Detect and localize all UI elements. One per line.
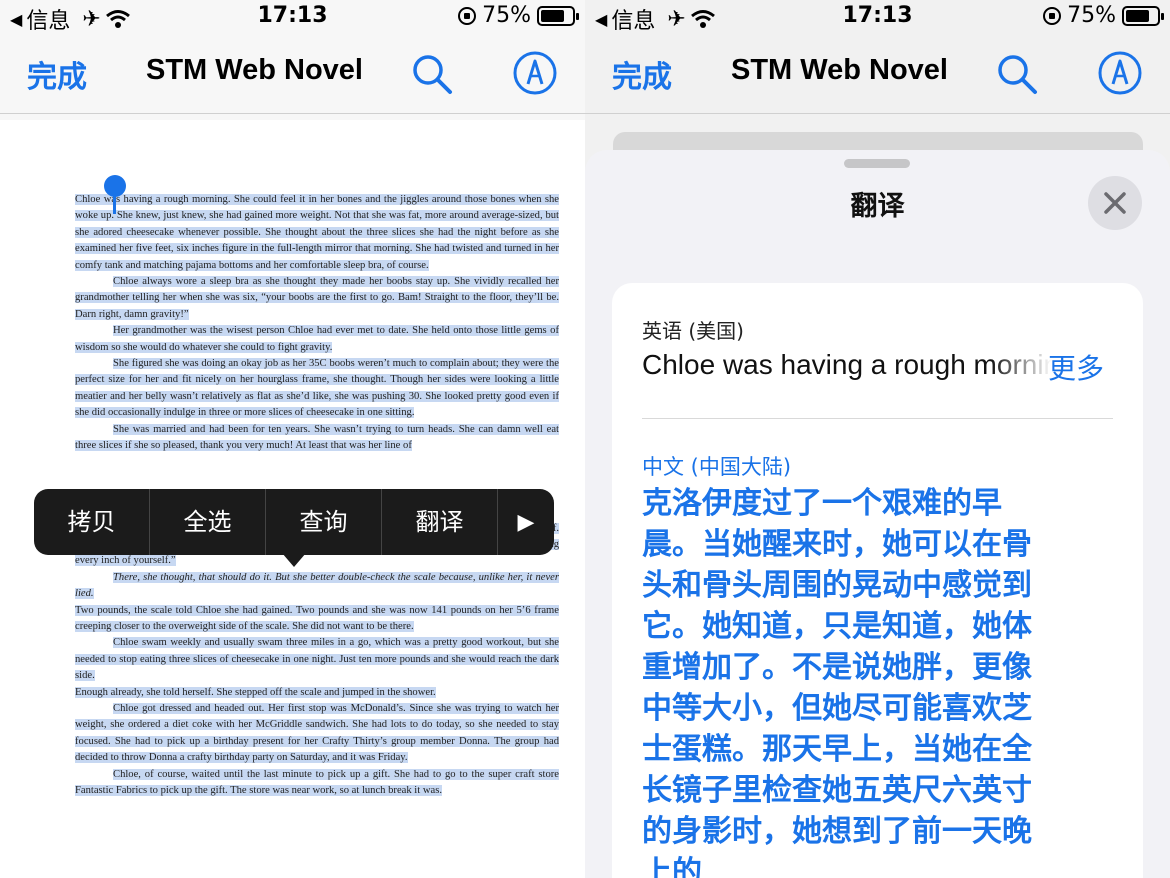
search-icon[interactable] — [995, 52, 1039, 96]
battery-percent: 75% — [482, 3, 531, 28]
orientation-lock-icon — [458, 6, 477, 25]
sheet-grabber[interactable] — [844, 159, 910, 168]
look-up-menu-item[interactable]: 查询 — [266, 489, 382, 555]
close-button[interactable] — [1088, 176, 1142, 230]
paragraph: Chloe was having a rough morning. She co… — [75, 194, 559, 271]
source-language: 英语 (美国) — [642, 319, 744, 343]
more-menu-button[interactable]: ▶ — [498, 510, 554, 535]
more-button[interactable]: 更多 — [1048, 347, 1104, 387]
paragraph: She figured she was doing an okay job as… — [75, 358, 559, 419]
context-menu-pointer — [282, 553, 306, 567]
sheet-title: 翻译 — [850, 191, 905, 222]
play-triangle-icon: ▶ — [517, 509, 535, 535]
right-screen: ◀ 信息 ✈ 17:13 75% 完成 STM Web Novel 翻译 英语 … — [585, 0, 1170, 878]
done-button[interactable]: 完成 — [612, 52, 672, 96]
paragraph: Chloe, of course, waited until the last … — [75, 768, 559, 796]
paragraph: She was married and had been for ten yea… — [75, 423, 559, 452]
paragraph: Enough already, she told herself. She st… — [75, 686, 436, 698]
context-menu: 拷贝 全选 查询 翻译 ▶ — [34, 489, 554, 555]
translated-text: 克洛伊度过了一个艰难的早晨。当她醒来时，她可以在骨头和骨头周围的晃动中感觉到它。… — [642, 486, 1032, 878]
paragraph: Chloe swam weekly and usually swam three… — [75, 637, 559, 682]
paragraph: Chloe always wore a sleep bra as she tho… — [75, 276, 559, 320]
status-bar: ◀ 信息 ✈ 17:13 75% — [585, 0, 1170, 34]
markup-pen-icon[interactable] — [1097, 50, 1143, 96]
paragraph: Chloe got dressed and headed out. Her fi… — [75, 702, 559, 764]
copy-menu-item[interactable]: 拷贝 — [34, 489, 150, 555]
document-title: STM Web Novel — [731, 54, 948, 86]
translate-sheet: 翻译 英语 (美国) Chloe was having a rough morn… — [585, 150, 1170, 878]
search-icon[interactable] — [410, 52, 454, 96]
battery-icon — [537, 5, 579, 26]
paragraph: Two pounds, the scale told Chloe she had… — [75, 604, 559, 632]
nav-bar: 完成 STM Web Novel — [0, 34, 585, 114]
status-bar: ◀ 信息 ✈ 17:13 75% — [0, 0, 585, 34]
target-language[interactable]: 中文 (中国大陆) — [642, 451, 791, 481]
select-all-menu-item[interactable]: 全选 — [150, 489, 266, 555]
paragraph: There, she thought, that should do it. B… — [75, 571, 559, 600]
divider — [642, 418, 1113, 419]
status-right: 75% — [458, 3, 579, 28]
nav-bar: 完成 STM Web Novel — [585, 34, 1170, 114]
close-icon — [1104, 192, 1126, 214]
battery-icon — [1122, 5, 1164, 26]
done-button[interactable]: 完成 — [27, 52, 87, 96]
markup-pen-icon[interactable] — [512, 50, 558, 96]
left-screen: ◀ 信息 ✈ 17:13 75% 完成 STM Web Novel Chloe … — [0, 0, 585, 878]
selection-handle[interactable] — [104, 175, 126, 197]
document-title: STM Web Novel — [146, 54, 363, 86]
paragraph: Her grandmother was the wisest person Ch… — [75, 325, 559, 353]
battery-percent: 75% — [1067, 3, 1116, 28]
translation-card: 英语 (美国) Chloe was having a rough morning… — [612, 283, 1143, 878]
status-right: 75% — [1043, 3, 1164, 28]
orientation-lock-icon — [1043, 6, 1062, 25]
source-text: Chloe was having a rough morning — [642, 349, 1052, 380]
translate-menu-item[interactable]: 翻译 — [382, 489, 498, 555]
